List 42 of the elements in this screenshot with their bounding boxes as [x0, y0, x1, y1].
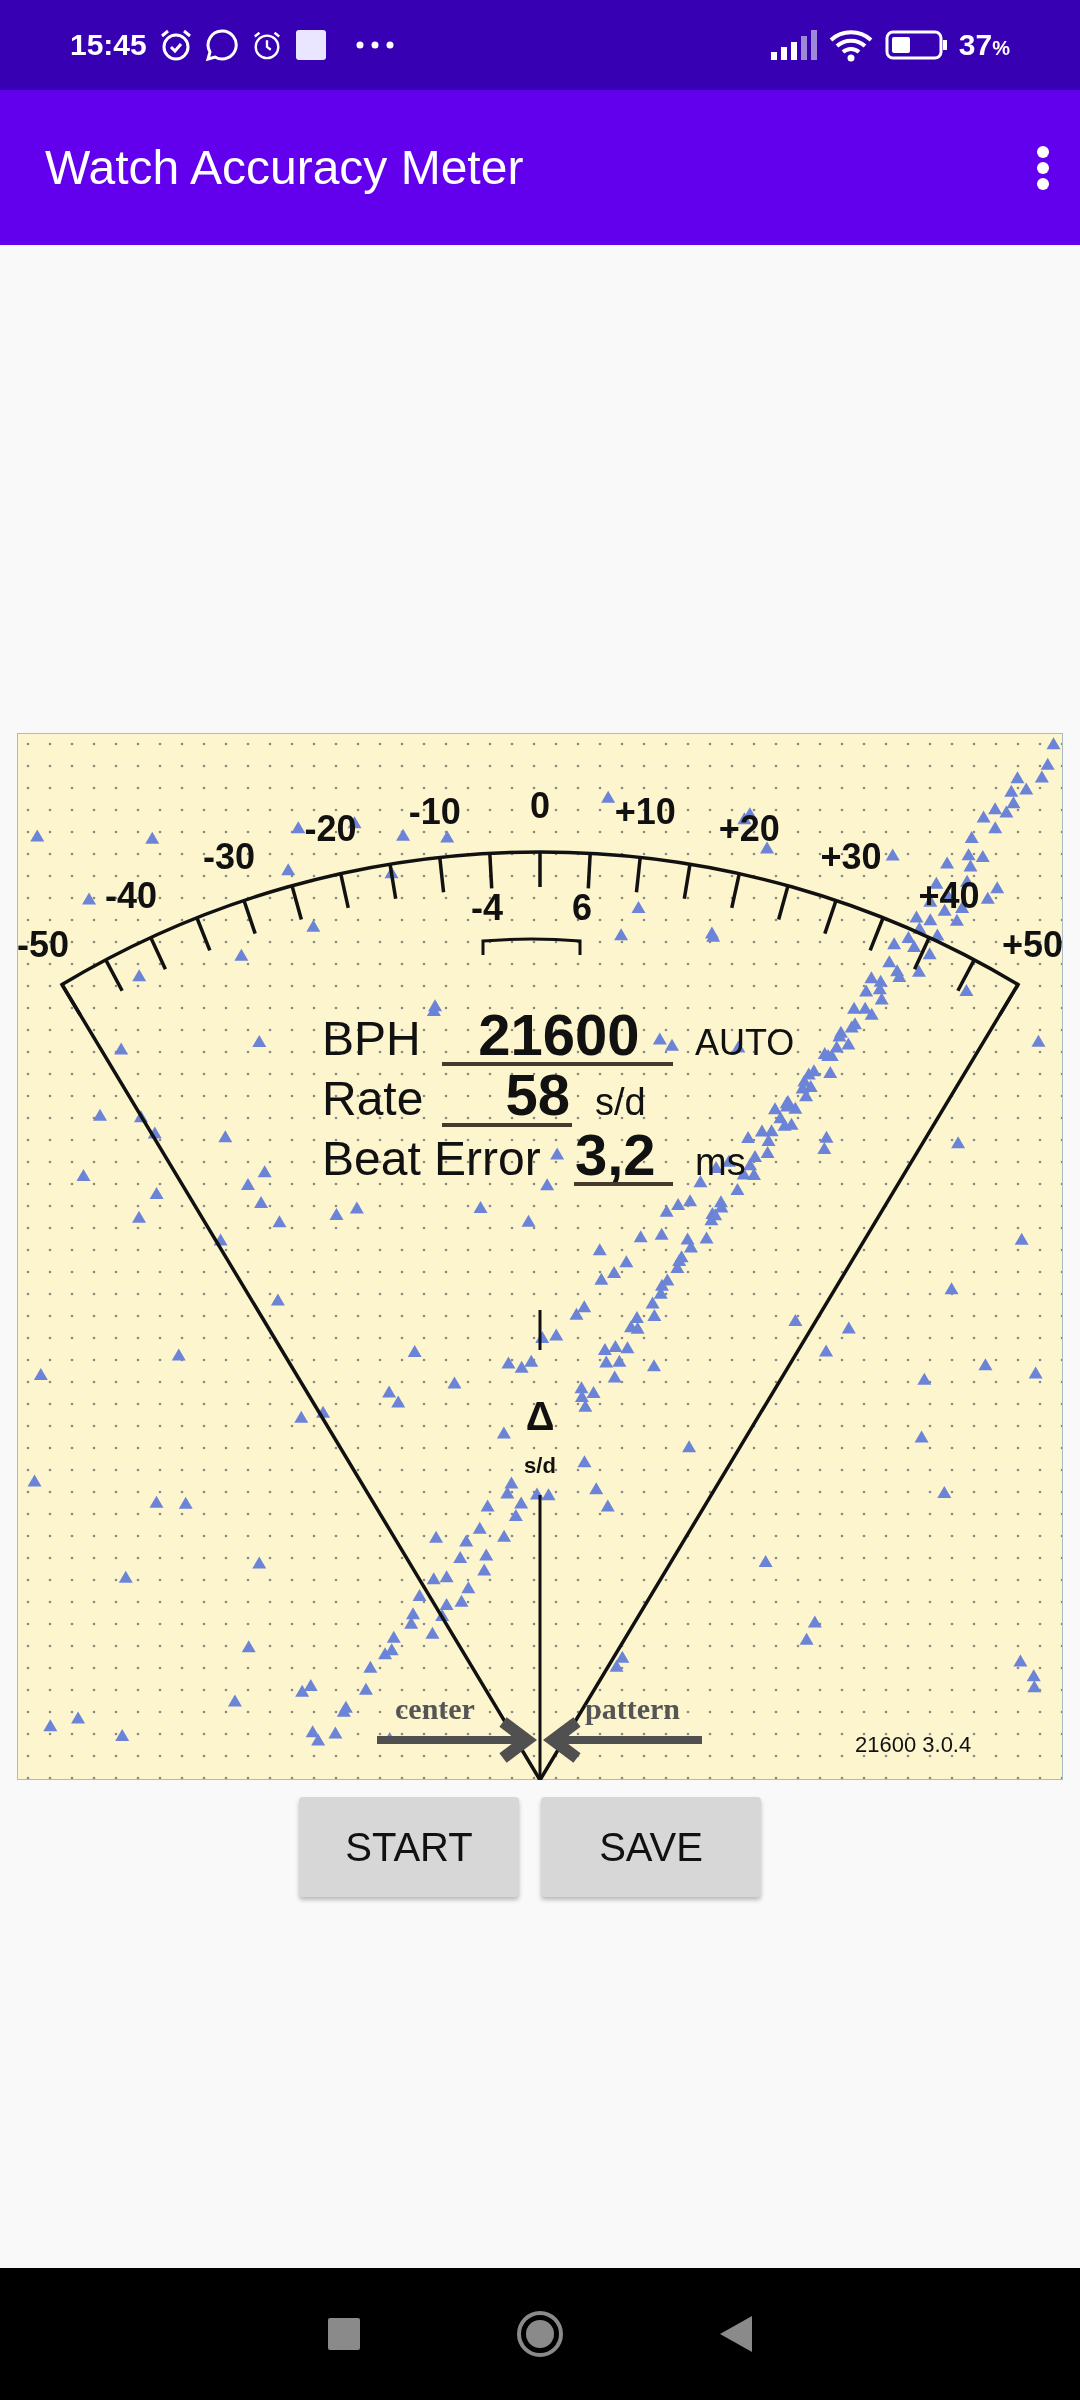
scale-label: -30: [203, 835, 256, 877]
bracket-label: -4: [471, 887, 503, 928]
back-icon[interactable]: [720, 2316, 753, 2352]
reading-unit: AUTO: [695, 1022, 795, 1063]
reading-unit: s/d: [595, 1081, 646, 1123]
scale-label: +40: [918, 874, 980, 916]
scale-label: 0: [530, 785, 550, 826]
reading-label: Rate: [322, 1072, 424, 1125]
scale-label: -50: [17, 924, 70, 966]
chat-icon: [204, 28, 239, 62]
scale-label: -10: [408, 790, 461, 832]
delta-unit: s/d: [524, 1453, 556, 1478]
menu-icon[interactable]: [1036, 144, 1050, 191]
recents-icon[interactable]: [327, 2318, 360, 2350]
arrow-label: center: [395, 1692, 475, 1725]
bracket-label: 6: [572, 887, 592, 928]
wifi-icon: [828, 28, 873, 62]
delta-symbol: Δ: [525, 1394, 555, 1438]
reading-unit: ms: [695, 1141, 746, 1183]
scale-label: +50: [1001, 924, 1063, 966]
battery-icon: [884, 30, 947, 60]
reading-label: BPH: [322, 1012, 421, 1065]
action-button[interactable]: START: [299, 1797, 519, 1897]
scale-label: +30: [820, 835, 882, 877]
scale-label: -20: [304, 807, 357, 849]
version-label: 21600 3.0.4: [855, 1732, 972, 1757]
scale-label: -40: [105, 874, 158, 916]
battery-percent: 37: [958, 28, 993, 61]
reading-value: 3,2: [575, 1122, 656, 1187]
more-icon: [354, 40, 395, 50]
home-icon[interactable]: [515, 2309, 565, 2359]
percent-sign: %: [992, 37, 1010, 59]
alarm-icon: [158, 28, 193, 62]
arrow-label: pattern: [585, 1692, 680, 1725]
scale-label: +20: [718, 807, 780, 849]
signal-icon: [770, 30, 817, 60]
square-icon: [294, 29, 327, 61]
reading-label: Beat Error: [322, 1132, 541, 1185]
status-time: 15:45: [70, 28, 147, 62]
action-button[interactable]: SAVE: [541, 1797, 761, 1897]
app-title: Watch Accuracy Meter: [45, 140, 525, 195]
scale-label: +10: [614, 790, 676, 832]
